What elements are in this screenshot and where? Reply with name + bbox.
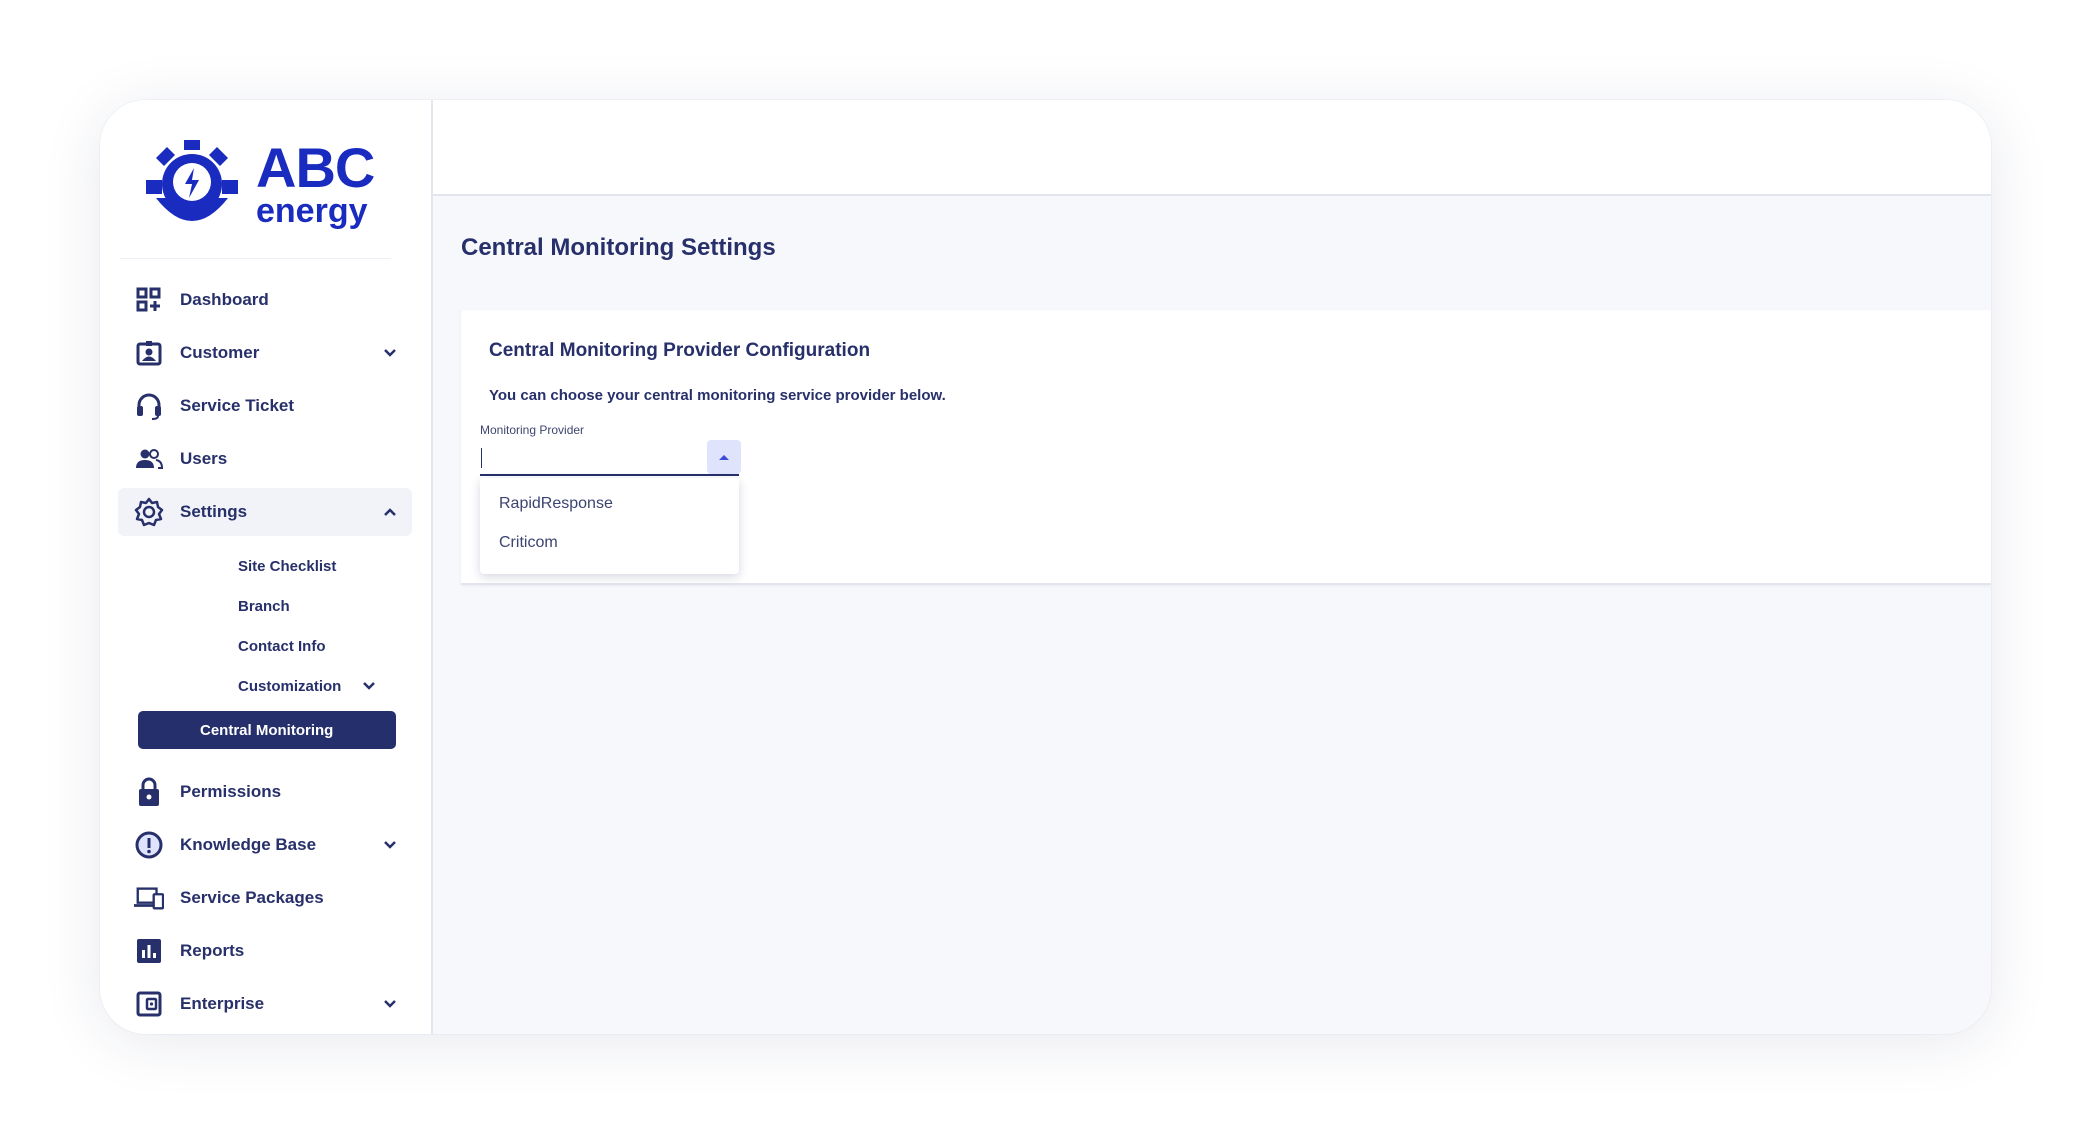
settings-sub-label: Customization: [238, 677, 342, 695]
text-caret: [481, 448, 482, 468]
divider: [120, 258, 391, 259]
sidebar-item-label: Customer: [180, 343, 260, 362]
brand-logo[interactable]: ABC energy: [144, 134, 384, 234]
sidebar-item-label: Reports: [180, 941, 245, 960]
id-badge-icon: [134, 338, 164, 368]
settings-sub-label: Central Monitoring: [200, 721, 334, 739]
sidebar-item-label: Enterprise: [180, 994, 265, 1013]
sidebar-item-settings[interactable]: Settings: [118, 488, 412, 536]
main-content: Central Monitoring Settings Central Moni…: [433, 100, 1991, 1034]
settings-sub-contact-info[interactable]: Contact Info: [238, 628, 326, 664]
sidebar-item-label: Users: [180, 449, 228, 468]
sidebar: ABC energy Dashboard Customer Service Ti…: [100, 100, 433, 1034]
sidebar-item-label: Knowledge Base: [180, 835, 317, 854]
sidebar-item-label: Service Ticket: [180, 396, 295, 415]
sidebar-item-label: Settings: [180, 502, 248, 521]
sidebar-item-label: Service Packages: [180, 888, 324, 907]
headset-icon: [134, 391, 164, 421]
sidebar-item-permissions[interactable]: Permissions: [118, 768, 412, 816]
gear-icon: [134, 497, 164, 527]
settings-sub-branch[interactable]: Branch: [238, 588, 290, 624]
top-bar: [433, 100, 1991, 196]
monitoring-provider-label: Monitoring Provider: [480, 423, 585, 437]
sidebar-item-dashboard[interactable]: Dashboard: [118, 276, 412, 324]
info-circle-icon: [134, 830, 164, 860]
users-icon: [134, 444, 164, 474]
sidebar-item-knowledge-base[interactable]: Knowledge Base: [118, 821, 412, 869]
wallet-icon: [134, 989, 164, 1019]
bar-chart-icon: [134, 936, 164, 966]
chevron-down-icon: [384, 841, 396, 849]
brand-tagline: energy: [256, 192, 368, 230]
chevron-down-icon: [384, 349, 396, 357]
provider-dropdown-menu: RapidResponse Criticom: [480, 478, 739, 574]
card-title: Central Monitoring Provider Configuratio…: [489, 340, 871, 361]
dashboard-icon: [134, 285, 164, 315]
provider-option-criticom[interactable]: Criticom: [480, 523, 739, 562]
dropdown-toggle-button[interactable]: [707, 440, 741, 474]
sidebar-item-service-packages[interactable]: Service Packages: [118, 874, 412, 922]
settings-sub-site-checklist[interactable]: Site Checklist: [238, 548, 336, 584]
brand-name: ABC: [256, 136, 375, 199]
page-title: Central Monitoring Settings: [461, 234, 776, 261]
monitoring-provider-select[interactable]: [480, 440, 741, 476]
sidebar-item-reports[interactable]: Reports: [118, 927, 412, 975]
provider-option-rapidresponse[interactable]: RapidResponse: [480, 484, 739, 523]
chevron-down-icon: [384, 1000, 396, 1008]
chevron-down-icon[interactable]: [361, 678, 377, 694]
devices-icon: [134, 883, 164, 913]
chevron-up-icon: [384, 508, 396, 516]
sidebar-item-service-ticket[interactable]: Service Ticket: [118, 382, 412, 430]
logo-icon: [146, 140, 238, 221]
caret-up-icon: [719, 455, 729, 460]
sidebar-item-label: Permissions: [180, 782, 282, 801]
settings-sub-central-monitoring[interactable]: Central Monitoring: [138, 711, 396, 749]
lock-icon: [134, 777, 164, 807]
card-description: You can choose your central monitoring s…: [489, 387, 946, 404]
sidebar-item-users[interactable]: Users: [118, 435, 412, 483]
sidebar-item-enterprise[interactable]: Enterprise: [118, 980, 412, 1028]
app-window: ABC energy Dashboard Customer Service Ti…: [100, 100, 1991, 1034]
sidebar-item-label: Dashboard: [180, 290, 269, 309]
sidebar-item-customer[interactable]: Customer: [118, 329, 412, 377]
provider-config-card: Central Monitoring Provider Configuratio…: [461, 310, 1991, 585]
